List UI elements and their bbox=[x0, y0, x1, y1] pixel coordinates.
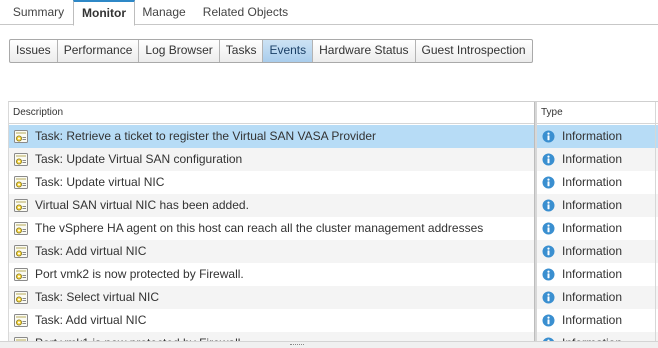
tab-monitor[interactable]: Monitor bbox=[73, 0, 135, 26]
event-type: Information bbox=[562, 198, 623, 212]
event-icon bbox=[13, 129, 29, 144]
event-icon bbox=[13, 152, 29, 167]
info-icon bbox=[542, 130, 555, 143]
table-row[interactable]: Port vmk2 is now protected by Firewall. … bbox=[9, 263, 658, 286]
subtab-events[interactable]: Events bbox=[263, 40, 314, 62]
event-type: Information bbox=[562, 267, 623, 281]
sub-tab-bar: Issues Performance Log Browser Tasks Eve… bbox=[9, 39, 533, 63]
subtab-performance[interactable]: Performance bbox=[58, 40, 140, 62]
info-icon bbox=[542, 176, 555, 189]
event-description: Virtual SAN virtual NIC has been added. bbox=[35, 198, 249, 212]
grid-header: Description Type bbox=[9, 102, 658, 124]
event-icon bbox=[13, 313, 29, 328]
event-description: Task: Update virtual NIC bbox=[35, 175, 165, 189]
event-description: The vSphere HA agent on this host can re… bbox=[35, 221, 484, 235]
tab-related-objects[interactable]: Related Objects bbox=[195, 0, 296, 25]
grid-body: Task: Retrieve a ticket to register the … bbox=[9, 125, 658, 348]
info-icon bbox=[542, 268, 555, 281]
event-icon bbox=[13, 175, 29, 190]
event-icon bbox=[13, 290, 29, 305]
top-tab-bar: Summary Monitor Manage Related Objects bbox=[0, 0, 658, 26]
events-grid: Description Type Task: Retrieve a ticket… bbox=[8, 101, 658, 348]
table-row[interactable]: Task: Retrieve a ticket to register the … bbox=[9, 125, 658, 148]
info-icon bbox=[542, 153, 555, 166]
tab-summary[interactable]: Summary bbox=[4, 0, 73, 25]
info-icon bbox=[542, 222, 555, 235]
subtab-hardware-status[interactable]: Hardware Status bbox=[313, 40, 416, 62]
event-description: Task: Add virtual NIC bbox=[35, 244, 147, 258]
event-type: Information bbox=[562, 221, 623, 235]
tab-manage[interactable]: Manage bbox=[135, 0, 193, 25]
table-row[interactable]: Task: Add virtual NIC Information bbox=[9, 309, 658, 332]
table-row[interactable]: Task: Update virtual NIC Information bbox=[9, 171, 658, 194]
event-description: Task: Update Virtual SAN configuration bbox=[35, 152, 243, 166]
event-description: Task: Add virtual NIC bbox=[35, 313, 147, 327]
event-type: Information bbox=[562, 244, 623, 258]
event-type: Information bbox=[562, 313, 623, 327]
scrollbar-thumb[interactable] bbox=[290, 344, 304, 347]
event-description: Task: Retrieve a ticket to register the … bbox=[35, 129, 377, 143]
column-header-description[interactable]: Description bbox=[9, 102, 534, 124]
event-type: Information bbox=[562, 175, 623, 189]
event-type: Information bbox=[562, 152, 623, 166]
event-icon bbox=[13, 267, 29, 282]
column-header-type[interactable]: Type bbox=[537, 102, 657, 124]
table-row[interactable]: The vSphere HA agent on this host can re… bbox=[9, 217, 658, 240]
event-description: Task: Select virtual NIC bbox=[35, 290, 160, 304]
event-type: Information bbox=[562, 129, 623, 143]
horizontal-scrollbar[interactable] bbox=[0, 341, 658, 348]
column-divider bbox=[655, 102, 656, 348]
event-icon bbox=[13, 244, 29, 259]
table-row[interactable]: Virtual SAN virtual NIC has been added. … bbox=[9, 194, 658, 217]
subtab-issues[interactable]: Issues bbox=[10, 40, 58, 62]
table-row[interactable]: Task: Add virtual NIC Information bbox=[9, 240, 658, 263]
event-description: Port vmk2 is now protected by Firewall. bbox=[35, 267, 244, 281]
info-icon bbox=[542, 199, 555, 212]
subtab-log-browser[interactable]: Log Browser bbox=[139, 40, 220, 62]
info-icon bbox=[542, 291, 555, 304]
info-icon bbox=[542, 245, 555, 258]
info-icon bbox=[542, 314, 555, 327]
table-row[interactable]: Task: Update Virtual SAN configuration I… bbox=[9, 148, 658, 171]
event-icon bbox=[13, 221, 29, 236]
event-type: Information bbox=[562, 290, 623, 304]
event-icon bbox=[13, 198, 29, 213]
subtab-guest-introspection[interactable]: Guest Introspection bbox=[416, 40, 532, 62]
column-resize-handle[interactable] bbox=[534, 102, 537, 348]
subtab-tasks[interactable]: Tasks bbox=[220, 40, 264, 62]
table-row[interactable]: Task: Select virtual NIC Information bbox=[9, 286, 658, 309]
